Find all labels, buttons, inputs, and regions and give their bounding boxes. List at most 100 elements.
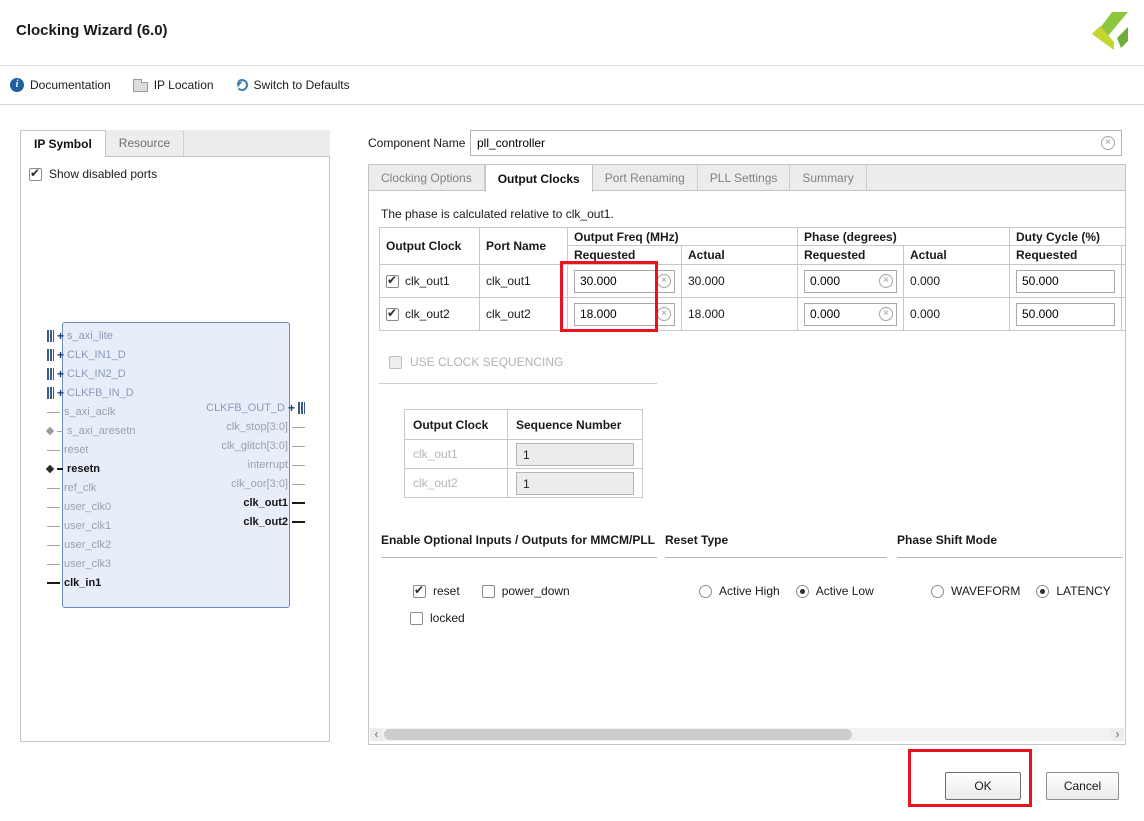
col-port-name: Port Name xyxy=(479,227,568,265)
port-user-clk1: user_clk1 xyxy=(47,519,111,533)
port-stub xyxy=(292,426,305,428)
port-stub xyxy=(47,525,60,527)
col-phase-actual: Actual xyxy=(903,245,1010,265)
switch-to-defaults-button[interactable]: Switch to Defaults xyxy=(235,78,350,92)
clk-out2-enable-checkbox[interactable] xyxy=(386,306,399,321)
port-ref-clk: ref_clk xyxy=(47,481,96,495)
col-freq-requested: Requested xyxy=(567,245,682,265)
clk-out2-sequence-value: 1 xyxy=(516,471,634,495)
use-clock-sequencing-row: USE CLOCK SEQUENCING xyxy=(389,355,563,369)
clk-out1-freq-actual: 30.000 xyxy=(681,264,798,298)
port-resetn: resetn xyxy=(45,462,100,476)
switch-to-defaults-label: Switch to Defaults xyxy=(253,78,350,92)
port-stub xyxy=(292,464,305,466)
clk-out1-enable-checkbox[interactable] xyxy=(386,273,399,288)
power-down-checkbox[interactable] xyxy=(481,584,495,598)
table-row: clk_out2 clk_out2 × 18.000 × 0.000 50. xyxy=(379,297,1125,331)
clear-icon[interactable]: × xyxy=(657,274,671,288)
sequence-table: Output Clock Sequence Number clk_out1 1 … xyxy=(404,409,643,498)
port-clk-in2-d: + CLK_IN2_D xyxy=(47,367,126,381)
info-icon xyxy=(10,78,24,92)
scrollbar-track[interactable] xyxy=(383,728,1111,741)
locked-checkbox[interactable] xyxy=(410,611,423,625)
optional-io-title: Enable Optional Inputs / Outputs for MMC… xyxy=(381,533,657,558)
documentation-button[interactable]: Documentation xyxy=(10,78,111,92)
port-s-axi-lite: + s_axi_lite xyxy=(47,329,113,343)
active-high-radio[interactable] xyxy=(699,584,712,598)
clear-icon[interactable]: × xyxy=(879,307,893,321)
port-user-clk0: user_clk0 xyxy=(47,500,111,514)
port-interrupt: interrupt xyxy=(248,458,305,472)
waveform-radio[interactable] xyxy=(931,584,944,598)
latency-radio[interactable] xyxy=(1036,584,1050,598)
component-name-label: Component Name xyxy=(368,136,466,150)
clk-out2-duty-requested-input[interactable] xyxy=(1022,307,1111,321)
clear-icon[interactable]: × xyxy=(879,274,893,288)
clk-out2-phase-requested-input[interactable] xyxy=(810,307,879,321)
table-row: clk_out1 1 xyxy=(404,439,643,469)
clear-icon[interactable]: × xyxy=(1101,136,1115,150)
reset-type-section: Reset Type Active High Active Low xyxy=(665,533,887,598)
scroll-left-arrow[interactable]: ‹ xyxy=(370,728,383,741)
expand-plus-icon[interactable]: + xyxy=(57,348,64,362)
interface-bus-icon xyxy=(298,402,305,414)
tab-output-clocks[interactable]: Output Clocks xyxy=(484,165,593,192)
phase-note: The phase is calculated relative to clk_… xyxy=(381,207,614,221)
reset-checkbox[interactable] xyxy=(413,583,426,598)
scrollbar-thumb[interactable] xyxy=(384,729,852,740)
active-high-label: Active High xyxy=(719,584,780,598)
expand-plus-icon[interactable]: + xyxy=(288,401,295,415)
port-s-axi-aresetn: s_axi_aresetn xyxy=(45,424,136,438)
clk-out1-duty-requested-input[interactable] xyxy=(1022,274,1111,288)
expand-plus-icon[interactable]: + xyxy=(57,329,64,343)
phase-shift-mode-title: Phase Shift Mode xyxy=(897,533,1123,558)
tab-summary[interactable]: Summary xyxy=(790,165,867,190)
tab-resource[interactable]: Resource xyxy=(106,130,185,156)
clear-icon[interactable]: × xyxy=(657,307,671,321)
ip-symbol-block: + s_axi_lite + CLK_IN1_D + CLK_IN2_D + C… xyxy=(45,322,305,608)
clk-out1-duty-actual: 50. xyxy=(1121,264,1125,298)
port-stub xyxy=(57,430,63,432)
ip-location-button[interactable]: IP Location xyxy=(132,78,214,92)
clk-out2-freq-requested-input[interactable] xyxy=(580,307,657,321)
scroll-right-arrow[interactable]: › xyxy=(1111,728,1124,741)
port-stub xyxy=(292,445,305,447)
port-clk-glitch: clk_glitch[3:0] xyxy=(221,439,305,453)
col-duty-cycle: Duty Cycle (%) xyxy=(1009,227,1125,246)
ok-button[interactable]: OK xyxy=(945,772,1021,800)
active-low-radio[interactable] xyxy=(795,584,809,598)
port-clk-out2: clk_out2 xyxy=(243,515,305,529)
divider xyxy=(379,383,657,384)
clk-out1-phase-requested-input[interactable] xyxy=(810,274,879,288)
documentation-label: Documentation xyxy=(30,78,111,92)
reset-label: reset xyxy=(433,584,460,598)
table-row: clk_out2 1 xyxy=(404,468,643,498)
expand-plus-icon[interactable]: + xyxy=(57,367,64,381)
tab-clocking-options[interactable]: Clocking Options xyxy=(369,165,485,190)
col-phase: Phase (degrees) xyxy=(797,227,1010,246)
cancel-button[interactable]: Cancel xyxy=(1046,772,1119,800)
toolbar: Documentation IP Location Switch to Defa… xyxy=(0,65,1144,105)
config-tabs: Clocking Options Output Clocks Port Rena… xyxy=(368,164,1126,192)
show-disabled-ports-checkbox[interactable] xyxy=(29,166,42,181)
clk-out1-sequence-value: 1 xyxy=(516,442,634,466)
use-clock-sequencing-checkbox xyxy=(389,355,402,369)
tab-pll-settings[interactable]: PLL Settings xyxy=(698,165,791,190)
locked-label: locked xyxy=(430,611,465,625)
port-user-clk3: user_clk3 xyxy=(47,557,111,571)
port-stub xyxy=(47,449,60,451)
expand-plus-icon[interactable]: + xyxy=(57,386,64,400)
port-stub xyxy=(47,506,60,508)
col-output-freq: Output Freq (MHz) xyxy=(567,227,798,246)
clk-out2-duty-actual: 50. xyxy=(1121,297,1125,331)
clk-out1-freq-requested-input[interactable] xyxy=(580,274,657,288)
ip-location-label: IP Location xyxy=(153,78,214,92)
optional-io-section: Enable Optional Inputs / Outputs for MMC… xyxy=(381,533,657,625)
component-name-input[interactable] xyxy=(477,136,1101,150)
port-reset: reset xyxy=(47,443,88,457)
tab-port-renaming[interactable]: Port Renaming xyxy=(593,165,698,190)
folder-icon xyxy=(132,78,148,92)
port-stub xyxy=(47,563,60,565)
tab-ip-symbol[interactable]: IP Symbol xyxy=(20,130,106,157)
diamond-pin-icon xyxy=(45,464,55,474)
